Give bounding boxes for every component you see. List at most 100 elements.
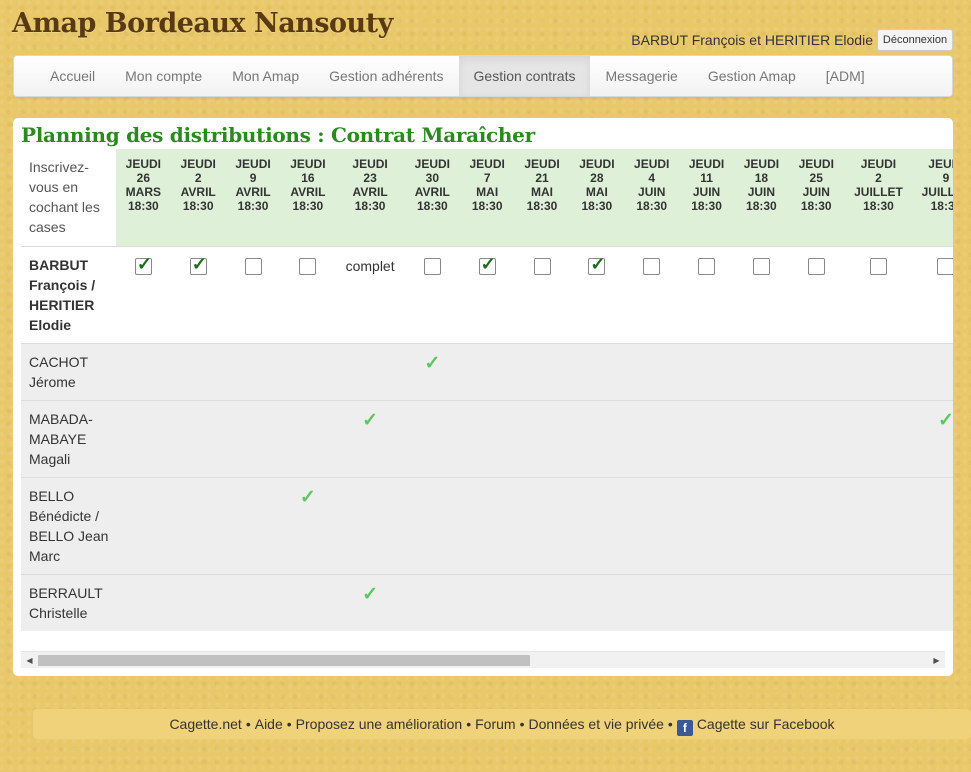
slot-cell [913, 342, 953, 400]
slot-cell [733, 342, 789, 400]
footer-separator: • [466, 716, 472, 732]
footer-link[interactable]: Cagette.net [169, 716, 241, 732]
date-time: 18:30 [746, 199, 777, 213]
slot-cell [115, 573, 171, 631]
slot-cell [624, 399, 680, 477]
slot-checkbox[interactable] [752, 257, 770, 275]
date-num: 23 [363, 171, 377, 185]
slot-cell [459, 342, 515, 400]
date-day: JEUDI [743, 157, 780, 171]
nav-item-1[interactable]: Mon compte [110, 56, 217, 96]
slot-cell [733, 573, 789, 631]
date-month: AVRIL [290, 185, 326, 199]
slot-cell [115, 399, 171, 477]
date-header: JEUDI 23 AVRIL 18:30 [335, 149, 405, 246]
slot-cell [788, 476, 844, 574]
date-time: 18:30 [581, 199, 613, 213]
slot-checkbox[interactable] [869, 257, 887, 275]
footer-link[interactable]: Données et vie privée [528, 716, 663, 732]
date-day: JEUDI [235, 157, 271, 171]
slot-cell [170, 342, 226, 400]
date-time: 18:30 [930, 199, 953, 213]
member-name: BERRAULT Christelle [21, 573, 116, 631]
date-time: 18:30 [237, 199, 269, 213]
slot-checkbox[interactable] [423, 257, 441, 275]
slot-cell [404, 399, 460, 477]
logout-button[interactable]: Déconnexion [877, 29, 953, 51]
slot-cell [514, 573, 570, 631]
slot-checkbox[interactable] [643, 257, 661, 275]
check-icon: ✓ [191, 253, 207, 274]
date-num: 25 [809, 171, 823, 185]
date-num: 21 [535, 171, 549, 185]
site-title[interactable]: Amap Bordeaux Nansouty [12, 8, 393, 39]
arrow-left-icon[interactable]: ◀ [21, 652, 38, 669]
planning-table: Inscrivez-vous en cochant les cases JEUD… [21, 149, 953, 631]
date-month: MAI [585, 185, 608, 199]
slot-cell [843, 342, 914, 400]
date-num: 2 [194, 171, 202, 185]
table-row: CACHOT Jérome ✓ [21, 342, 953, 400]
date-day: JEUDI [634, 157, 670, 171]
date-header: JEUDI 21 MAI 18:30 [514, 149, 570, 246]
arrow-right-icon[interactable]: ▶ [928, 652, 945, 669]
slot-checkbox[interactable]: ✓ [478, 253, 496, 275]
planning-panel: Planning des distributions : Contrat Mar… [13, 118, 953, 676]
slot-cell [404, 245, 460, 343]
slot-cell [733, 245, 789, 343]
slot-cell [788, 342, 844, 400]
footer-link[interactable]: Proposez une amélioration [296, 716, 463, 732]
scrollbar-thumb[interactable] [38, 655, 530, 666]
slot-checkbox[interactable] [807, 257, 825, 275]
slot-cell [624, 245, 680, 343]
date-header: JEUDI 2 AVRIL 18:30 [170, 149, 226, 246]
slot-cell [115, 342, 171, 400]
check-icon: ✓ [480, 253, 496, 274]
facebook-label: Cagette sur Facebook [696, 716, 835, 732]
date-month: AVRIL [352, 185, 388, 199]
date-time: 18:30 [416, 199, 448, 213]
date-day: JEUDI [290, 157, 326, 171]
slot-cell: ✓ [913, 399, 953, 477]
footer-link[interactable]: Aide [255, 716, 283, 732]
nav-item-6[interactable]: Gestion Amap [693, 56, 811, 96]
slot-checkbox[interactable]: ✓ [134, 255, 152, 275]
date-header: JEUDI 30 AVRIL 18:30 [404, 149, 460, 246]
date-num: 2 [875, 171, 882, 185]
horizontal-scrollbar[interactable]: ◀ ▶ [21, 651, 945, 668]
nav-item-4[interactable]: Gestion contrats [458, 56, 591, 96]
date-num: 28 [590, 171, 604, 185]
date-num: 9 [249, 171, 257, 185]
date-time: 18:30 [800, 199, 832, 213]
nav-item-7[interactable]: [ADM] [811, 56, 880, 96]
date-month: AVRIL [180, 185, 216, 199]
slot-cell: complet [335, 245, 405, 343]
date-num: 11 [700, 171, 713, 185]
nav-item-0[interactable]: Accueil [35, 56, 110, 96]
slot-checkbox[interactable] [244, 257, 262, 275]
slot-cell [404, 476, 460, 574]
footer-separator: • [286, 716, 292, 732]
table-row-self: BARBUT François / HERITIER Elodie ✓ ✓ compl… [21, 245, 953, 343]
slot-checkbox[interactable] [937, 257, 953, 275]
slot-cell [459, 476, 515, 574]
slot-checkbox[interactable]: ✓ [189, 253, 207, 275]
slot-checkbox[interactable] [533, 257, 551, 275]
slot-cell [115, 476, 171, 574]
footer-link[interactable]: Forum [475, 716, 515, 732]
slot-checkbox[interactable] [698, 257, 716, 275]
slot-cell [514, 399, 570, 477]
footer-facebook-link[interactable]: f Cagette sur Facebook [676, 716, 835, 736]
date-num: 7 [483, 171, 491, 185]
nav-item-5[interactable]: Messagerie [590, 56, 692, 96]
nav-item-3[interactable]: Gestion adhérents [314, 56, 458, 96]
date-month: JUILLET [921, 185, 953, 199]
slot-cell [843, 399, 914, 477]
check-icon: ✓ [362, 583, 379, 605]
slot-checkbox[interactable] [299, 257, 317, 275]
slot-cell [679, 476, 734, 574]
member-name: CACHOT Jérome [21, 342, 116, 400]
date-day: JEUDI [180, 157, 216, 171]
nav-item-2[interactable]: Mon Amap [217, 56, 314, 96]
slot-checkbox[interactable]: ✓ [588, 255, 605, 275]
